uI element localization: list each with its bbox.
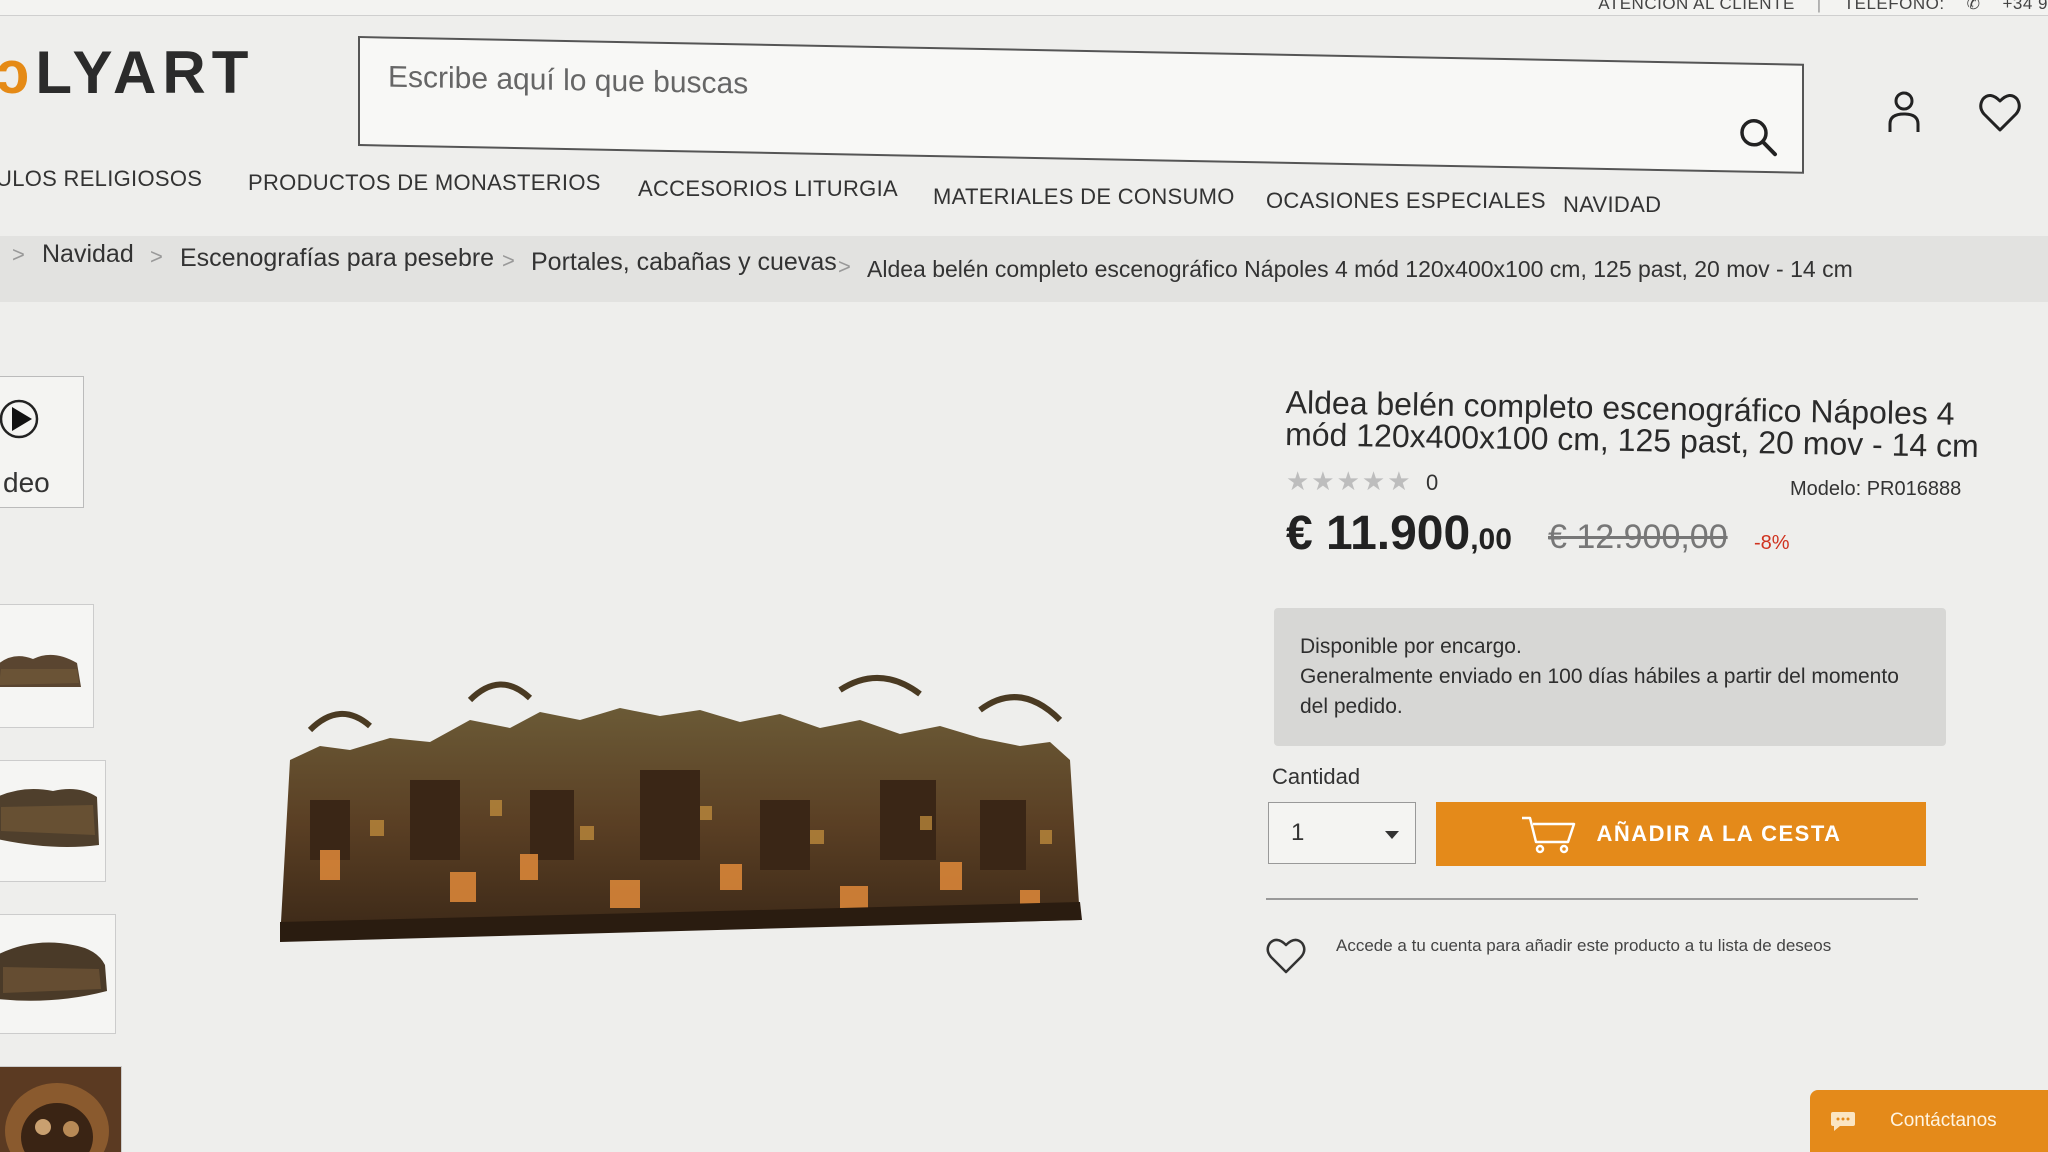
quantity-value: 1 bbox=[1291, 819, 1305, 846]
gallery-thumbnail[interactable] bbox=[0, 914, 116, 1034]
thumbnail-image bbox=[0, 1067, 121, 1152]
wishlist-heart-icon[interactable] bbox=[1976, 88, 2024, 136]
rating-stars-icon[interactable]: ★★★★★ bbox=[1286, 466, 1413, 497]
top-info-bar: ATENCIÓN AL CLIENTE | TELÉFONO: ✆ +34 9 bbox=[0, 0, 2048, 16]
wishlist-login-link[interactable]: Accede a tu cuenta para añadir este prod… bbox=[1336, 936, 1831, 956]
breadcrumb-item-escenografias[interactable]: Escenografías para pesebre bbox=[180, 244, 494, 273]
search-box bbox=[358, 36, 1804, 174]
discount-badge: -8% bbox=[1754, 532, 1790, 554]
phone-number[interactable]: +34 9 bbox=[2002, 0, 2048, 14]
price-main: € 11.900 bbox=[1286, 507, 1471, 560]
customer-service-link[interactable]: ATENCIÓN AL CLIENTE bbox=[1598, 0, 1795, 14]
heart-icon[interactable] bbox=[1264, 934, 1308, 976]
quantity-select[interactable]: 1 bbox=[1268, 802, 1416, 864]
search-icon[interactable] bbox=[1736, 114, 1780, 159]
add-to-cart-button[interactable]: AÑADIR A LA CESTA bbox=[1436, 802, 1926, 866]
section-divider bbox=[1266, 898, 1918, 900]
nav-item-ocasiones-especiales[interactable]: OCASIONES ESPECIALES bbox=[1266, 188, 1546, 214]
quantity-label: Cantidad bbox=[1272, 764, 1361, 789]
gallery-thumbnail[interactable] bbox=[0, 604, 94, 728]
shopping-cart-icon bbox=[1522, 816, 1576, 854]
logo-text: LYART bbox=[35, 39, 255, 106]
contact-label: Contáctanos bbox=[1890, 1110, 1997, 1131]
breadcrumb-separator: > bbox=[838, 254, 851, 279]
nav-item-materiales-consumo[interactable]: MATERIALES DE CONSUMO bbox=[933, 184, 1235, 210]
breadcrumb-separator: > bbox=[502, 248, 515, 273]
thumbnail-image bbox=[0, 789, 99, 847]
availability-box: Disponible por encargo. Generalmente env… bbox=[1274, 608, 1946, 746]
thumbnail-image bbox=[0, 942, 107, 1001]
search-input[interactable] bbox=[388, 52, 1688, 128]
logo-mark-icon: ↄ bbox=[0, 39, 36, 106]
contact-button[interactable]: Contáctanos bbox=[1810, 1090, 2048, 1152]
header-icons bbox=[1880, 88, 2048, 136]
breadcrumb-separator: > bbox=[12, 242, 25, 267]
nav-item-productos-monasterios[interactable]: PRODUCTOS DE MONASTERIOS bbox=[248, 170, 601, 196]
user-account-icon[interactable] bbox=[1880, 88, 1928, 136]
play-icon bbox=[0, 399, 39, 439]
video-thumbnail[interactable]: deo bbox=[0, 376, 84, 508]
video-label: deo bbox=[3, 467, 50, 498]
old-price: € 12.900,00 bbox=[1548, 518, 1728, 556]
thumbnail-image bbox=[0, 654, 81, 687]
phone-icon: ✆ bbox=[1966, 0, 1981, 13]
phone-label: TELÉFONO: bbox=[1843, 0, 1945, 13]
chevron-down-icon bbox=[1385, 831, 1399, 839]
site-logo[interactable]: ↄLYART bbox=[0, 38, 254, 107]
chat-icon bbox=[1831, 1112, 1855, 1131]
product-main-image[interactable] bbox=[280, 650, 1100, 950]
price-decimals: ,00 bbox=[1470, 523, 1512, 556]
product-title: Aldea belén completo escenográfico Nápol… bbox=[1284, 384, 1980, 465]
current-price: € 11.900,00 bbox=[1286, 506, 1512, 561]
breadcrumb-separator: > bbox=[150, 244, 163, 269]
top-links: ATENCIÓN AL CLIENTE | TELÉFONO: ✆ +34 9 bbox=[1598, 0, 2048, 14]
nav-item-navidad[interactable]: NAVIDAD bbox=[1563, 192, 1661, 218]
gallery-thumbnail[interactable] bbox=[0, 760, 106, 882]
availability-status: Disponible por encargo. bbox=[1300, 635, 1522, 658]
review-count[interactable]: 0 bbox=[1426, 470, 1438, 496]
nav-item-articulos-religiosos[interactable]: ULOS RELIGIOSOS bbox=[0, 166, 202, 192]
breadcrumb-item-portales[interactable]: Portales, cabañas y cuevas bbox=[531, 248, 837, 277]
product-model: Modelo: PR016888 bbox=[1790, 478, 1962, 500]
breadcrumb: > Navidad > Escenografías para pesebre >… bbox=[0, 236, 2048, 302]
nav-item-accesorios-liturgia[interactable]: ACCESORIOS LITURGIA bbox=[638, 176, 898, 202]
gallery-thumbnail[interactable] bbox=[0, 1066, 122, 1152]
add-to-cart-label: AÑADIR A LA CESTA bbox=[1596, 821, 1842, 846]
availability-shipping: Generalmente enviado en 100 días hábiles… bbox=[1300, 665, 1899, 718]
breadcrumb-item-navidad[interactable]: Navidad bbox=[42, 240, 134, 269]
top-separator: | bbox=[1816, 0, 1822, 13]
breadcrumb-current-product: Aldea belén completo escenográfico Nápol… bbox=[867, 256, 1853, 282]
